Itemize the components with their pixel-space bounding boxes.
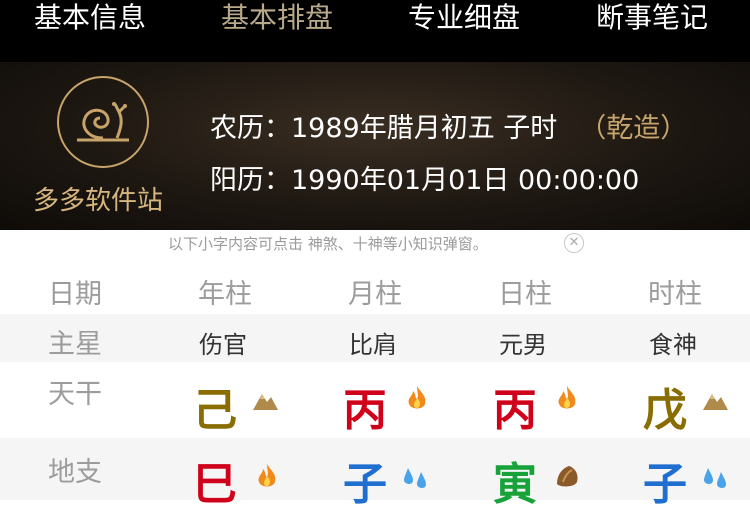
col-hour: 时柱: [648, 279, 702, 310]
row-label-date: 日期: [48, 279, 102, 310]
lunar-date-line: 农历：1989年腊月初五 子时 （乾造）: [210, 106, 687, 145]
table-row-dizhi: 地支 巳 子 寅 子: [0, 438, 750, 510]
row-label-dizhi: 地支: [48, 457, 102, 488]
hint-text: 以下小字内容可点击 神煞、十神等小知识弹窗。: [168, 235, 488, 253]
solar-label: 阳历：: [210, 165, 291, 196]
lunar-value: 1989年腊月初五 子时: [291, 113, 558, 144]
fire-icon: [408, 386, 426, 409]
water-icon: [704, 468, 726, 488]
dizhi-month[interactable]: 子: [335, 448, 395, 512]
tiangan-month[interactable]: 丙: [335, 374, 395, 438]
table-row-tiangan: 天干 己 丙 丙 戊: [0, 362, 750, 438]
solar-date-line: 阳历：1990年01月01日 00:00:00: [210, 158, 639, 197]
profile-header: 多多软件站 农历：1989年腊月初五 子时 （乾造） 阳历：1990年01月01日…: [0, 62, 750, 230]
table-header-row: 日期 年柱 月柱 日柱 时柱: [0, 262, 750, 314]
fire-icon: [558, 386, 576, 409]
fire-icon: [258, 464, 276, 487]
tab-bar: 基本信息 基本排盘 专业细盘 断事笔记: [0, 0, 750, 62]
row-label-tiangan: 天干: [48, 379, 102, 410]
tab-notes[interactable]: 断事笔记: [596, 0, 708, 36]
lunar-label: 农历：: [210, 113, 291, 144]
main-star-day[interactable]: 元男: [473, 325, 573, 360]
col-month: 月柱: [348, 279, 402, 310]
tab-pro-chart[interactable]: 专业细盘: [408, 0, 520, 36]
dizhi-day[interactable]: 寅: [485, 448, 545, 512]
snail-logo-icon: [57, 76, 149, 168]
solar-value: 1990年01月01日 00:00:00: [291, 165, 640, 196]
main-star-year[interactable]: 伤官: [173, 325, 273, 360]
tab-basic-chart[interactable]: 基本排盘: [221, 0, 333, 36]
close-circle-icon[interactable]: ✕: [564, 233, 584, 253]
main-star-hour[interactable]: 食神: [623, 325, 723, 360]
col-day: 日柱: [498, 279, 552, 310]
tiangan-year[interactable]: 己: [185, 374, 245, 438]
col-year: 年柱: [198, 279, 252, 310]
wood-icon: [557, 466, 578, 487]
dizhi-hour[interactable]: 子: [635, 448, 695, 512]
brand-name: 多多软件站: [33, 186, 164, 216]
main-star-month[interactable]: 比肩: [323, 325, 423, 360]
earth-icon: [703, 394, 728, 410]
water-icon: [404, 468, 426, 488]
tiangan-hour[interactable]: 戊: [635, 374, 695, 438]
tab-basic-info[interactable]: 基本信息: [34, 0, 146, 36]
row-label-main-star: 主星: [48, 329, 102, 360]
table-row-main-star: 主星 伤官 比肩 元男 食神: [0, 314, 750, 362]
gender-tag: （乾造）: [579, 113, 688, 144]
dizhi-year[interactable]: 巳: [185, 448, 245, 512]
tiangan-day[interactable]: 丙: [485, 374, 545, 438]
earth-icon: [253, 394, 278, 410]
